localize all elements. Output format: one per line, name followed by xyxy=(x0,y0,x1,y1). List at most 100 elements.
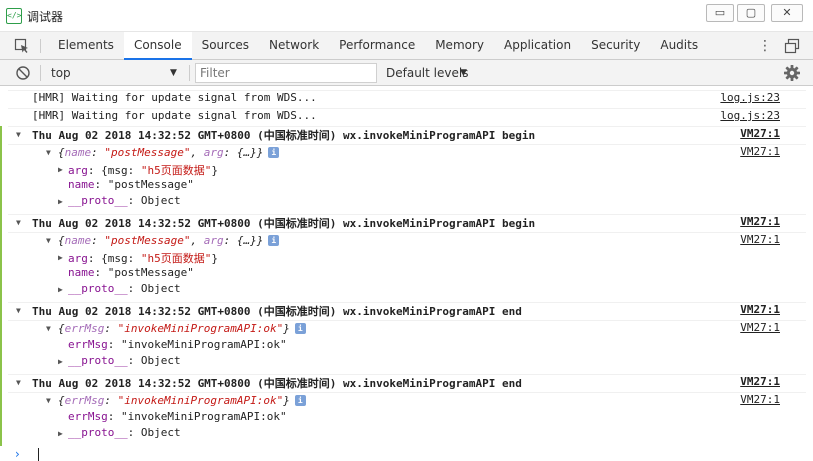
console-group-header[interactable]: ▼ Thu Aug 02 2018 14:32:52 GMT+0800 (中国标准… xyxy=(8,126,806,144)
property: __proto__: Object xyxy=(68,194,181,207)
info-icon[interactable]: i xyxy=(294,395,306,406)
property-key: name xyxy=(68,266,95,279)
source-link[interactable]: log.js:23 xyxy=(720,109,780,122)
object-property-row[interactable]: ▶ __proto__: Object xyxy=(8,354,708,370)
context-select[interactable]: top xyxy=(46,63,184,83)
tab-network[interactable]: Network xyxy=(259,32,329,60)
object-summary[interactable]: ▼ {errMsg: "invokeMiniProgramAPI:ok"} i VM2… xyxy=(8,392,806,410)
colon: : xyxy=(104,322,118,335)
caret-down-icon[interactable]: ▼ xyxy=(16,218,21,227)
caret-down-icon[interactable]: ▼ xyxy=(16,306,21,315)
object-property-row[interactable]: ▶ arg: {msg: "h5页面数据"} xyxy=(8,162,708,178)
property-value: } xyxy=(211,252,218,265)
more-options-icon[interactable]: ⋮ xyxy=(757,37,773,55)
preview-value: "postMessage" xyxy=(104,234,191,247)
property-value-string: "invokeMiniProgramAPI:ok" xyxy=(121,410,287,423)
colon: : xyxy=(127,354,141,367)
source-link[interactable]: VM27:1 xyxy=(740,375,780,388)
tab-console[interactable]: Console xyxy=(123,32,192,60)
object-property-row: errMsg: "invokeMiniProgramAPI:ok" xyxy=(8,338,708,354)
tab-sources[interactable]: Sources xyxy=(192,32,259,60)
clear-console-icon[interactable] xyxy=(15,65,31,81)
source-link[interactable]: VM27:1 xyxy=(740,215,780,228)
info-icon[interactable]: i xyxy=(268,235,280,246)
object-summary[interactable]: ▼ {name: "postMessage", arg: {…}} i VM27:1 xyxy=(8,232,806,250)
devtools-tabbar: Elements Console Sources Network Performance… xyxy=(0,32,813,60)
property: __proto__: Object xyxy=(68,354,181,367)
close-button[interactable]: ✕ xyxy=(771,4,803,22)
console-input[interactable] xyxy=(38,448,39,461)
caret-down-icon[interactable]: ▼ xyxy=(46,396,51,405)
console-group-header[interactable]: ▼ Thu Aug 02 2018 14:32:52 GMT+0800 (中国标准… xyxy=(8,302,806,320)
chevron-down-icon[interactable]: ▼ xyxy=(170,63,177,83)
source-link[interactable]: VM27:1 xyxy=(740,233,780,246)
object-property-row[interactable]: ▶ __proto__: Object xyxy=(8,282,708,298)
tab-application[interactable]: Application xyxy=(494,32,581,60)
tab-audits[interactable]: Audits xyxy=(650,32,708,60)
brace: } xyxy=(256,146,264,159)
chevron-down-icon[interactable]: ▼ xyxy=(460,63,467,83)
property-key: __proto__ xyxy=(68,354,128,367)
source-link[interactable]: log.js:23 xyxy=(720,91,780,104)
object-summary[interactable]: ▼ {errMsg: "invokeMiniProgramAPI:ok"} i VM2… xyxy=(8,320,806,338)
minimize-button[interactable]: ▭ xyxy=(706,4,734,22)
caret-down-icon[interactable]: ▼ xyxy=(16,130,21,139)
tab-performance[interactable]: Performance xyxy=(329,32,425,60)
tab-memory[interactable]: Memory xyxy=(425,32,494,60)
caret-right-icon[interactable]: ▶ xyxy=(58,285,63,294)
caret-right-icon[interactable]: ▶ xyxy=(58,253,63,262)
tab-security[interactable]: Security xyxy=(581,32,650,60)
console-group-header[interactable]: ▼ Thu Aug 02 2018 14:32:52 GMT+0800 (中国标准… xyxy=(8,374,806,392)
gear-icon[interactable] xyxy=(783,64,801,82)
colon: : xyxy=(94,266,108,279)
caret-right-icon[interactable]: ▶ xyxy=(58,357,63,366)
caret-down-icon[interactable]: ▼ xyxy=(46,236,51,245)
property-value-string: "postMessage" xyxy=(107,266,194,279)
window-titlebar: </> 调试器 ▭ ▢ ✕ xyxy=(0,0,813,32)
tab-elements[interactable]: Elements xyxy=(48,32,124,60)
property-value-string: "postMessage" xyxy=(107,178,194,191)
colon: : xyxy=(91,146,105,159)
console-group-header[interactable]: ▼ Thu Aug 02 2018 14:32:52 GMT+0800 (中国标准… xyxy=(8,214,806,232)
maximize-button[interactable]: ▢ xyxy=(737,4,765,22)
object-summary[interactable]: ▼ {name: "postMessage", arg: {…}} i VM27:1 xyxy=(8,144,806,162)
property-value: Object xyxy=(140,282,181,295)
filter-input[interactable] xyxy=(195,63,377,83)
caret-right-icon[interactable]: ▶ xyxy=(58,429,63,438)
info-icon[interactable]: i xyxy=(294,323,306,334)
property-key: errMsg xyxy=(68,410,108,423)
preview-value: "invokeMiniProgramAPI:ok" xyxy=(117,394,284,407)
object-property-row[interactable]: ▶ __proto__: Object xyxy=(8,426,708,442)
source-link[interactable]: VM27:1 xyxy=(740,145,780,158)
group-marker xyxy=(0,374,2,446)
property-value-string: "h5页面数据" xyxy=(140,252,212,265)
colon: : xyxy=(107,410,121,423)
group-title: Thu Aug 02 2018 14:32:52 GMT+0800 (中国标准时… xyxy=(32,129,536,142)
caret-down-icon[interactable]: ▼ xyxy=(16,378,21,387)
source-link[interactable]: VM27:1 xyxy=(740,393,780,406)
colon: : xyxy=(104,394,118,407)
colon: : xyxy=(107,338,121,351)
object-property-row[interactable]: ▶ __proto__: Object xyxy=(8,194,708,210)
brace: { xyxy=(58,234,65,247)
inspect-element-icon[interactable] xyxy=(14,38,30,54)
property-value: Object xyxy=(140,194,181,207)
property: errMsg: "invokeMiniProgramAPI:ok" xyxy=(68,338,287,351)
brace: } xyxy=(283,394,290,407)
caret-right-icon[interactable]: ▶ xyxy=(58,197,63,206)
caret-down-icon[interactable]: ▼ xyxy=(46,148,51,157)
devtools-tabs: Elements Console Sources Network Performance… xyxy=(48,32,708,60)
log-levels-dropdown[interactable]: Default levels xyxy=(386,63,468,83)
source-link[interactable]: VM27:1 xyxy=(740,303,780,316)
undock-icon[interactable] xyxy=(784,38,800,54)
brace: { xyxy=(58,146,65,159)
source-link[interactable]: VM27:1 xyxy=(740,321,780,334)
property: arg: {msg: "h5页面数据"} xyxy=(68,162,218,178)
property-key: errMsg xyxy=(68,338,108,351)
caret-down-icon[interactable]: ▼ xyxy=(46,324,51,333)
object-property-row[interactable]: ▶ arg: {msg: "h5页面数据"} xyxy=(8,250,708,266)
source-link[interactable]: VM27:1 xyxy=(740,127,780,140)
colon: : xyxy=(127,194,141,207)
info-icon[interactable]: i xyxy=(268,147,280,158)
caret-right-icon[interactable]: ▶ xyxy=(58,165,63,174)
